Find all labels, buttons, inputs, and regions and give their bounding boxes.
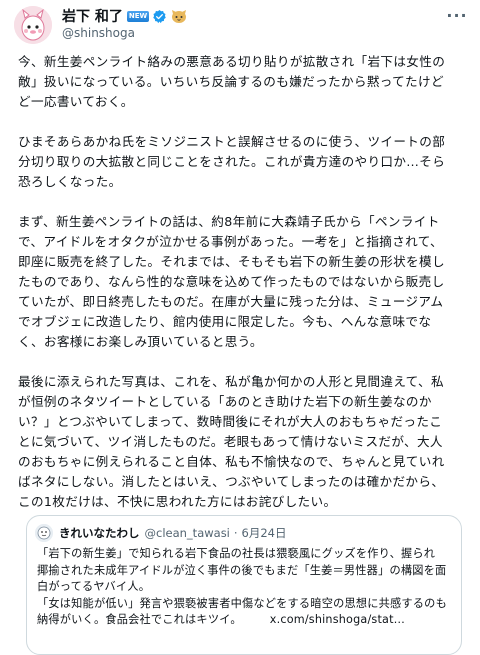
quoted-tweet-text: 「岩下の新生姜」で知られる岩下食品の社長は猥褻風にグッズを作り、握られ 揶揄され… — [37, 546, 457, 629]
affiliate-mascot-icon — [172, 9, 187, 23]
tweet-header: 岩下 和了 NEW @shinshoga ··· — [0, 0, 480, 48]
quoted-author-avatar[interactable] — [35, 524, 53, 542]
author-name[interactable]: 岩下 和了 — [62, 6, 123, 26]
quoted-tweet-date[interactable]: 6月24日 — [242, 525, 287, 541]
tweet-text: 今、新生姜ペンライト絡みの悪意ある切り貼りが拡散され「岩下は女性の 敵」扱いにな… — [18, 52, 470, 532]
tweet-paragraph-4: 最後に添えられた写真は、これを、私が亀か何かの人形と見間違えて、私 が恒例のネタ… — [18, 374, 445, 509]
quoted-tweet[interactable]: きれいなたわし @clean_tawasi · 6月24日 「岩下の新生姜」で知… — [26, 515, 462, 655]
more-options-button[interactable]: ··· — [444, 4, 470, 26]
quoted-author-name[interactable]: きれいなたわし — [59, 525, 140, 541]
verified-badge-icon — [153, 9, 166, 23]
author-name-row: 岩下 和了 NEW — [62, 7, 188, 25]
quoted-tweet-header: きれいなたわし @clean_tawasi · 6月24日 — [35, 524, 290, 542]
quoted-author-handle[interactable]: @clean_tawasi — [145, 526, 230, 540]
author-handle[interactable]: @shinshoga — [62, 26, 135, 40]
quoted-avatar-icon — [35, 524, 53, 542]
separator-dot: · — [233, 526, 238, 540]
tweet-paragraph-2: ひまそあらあかね氏をミソジニストと誤解させるのに使う、ツイートの部 分切り取りの… — [18, 134, 446, 189]
author-avatar[interactable] — [14, 6, 52, 44]
tweet-paragraph-3: まず、新生姜ペンライトの話は、約8年前に大森靖子氏から「ペンライト で、アイドル… — [18, 214, 445, 349]
new-badge: NEW — [126, 10, 150, 22]
more-options-icon: ··· — [446, 5, 468, 25]
tweet-paragraph-1: 今、新生姜ペンライト絡みの悪意ある切り貼りが拡散され「岩下は女性の 敵」扱いにな… — [18, 54, 446, 109]
quoted-tweet-link[interactable]: x.com/shinshoga/stat… — [270, 613, 405, 626]
mascot-avatar-icon — [14, 6, 52, 44]
